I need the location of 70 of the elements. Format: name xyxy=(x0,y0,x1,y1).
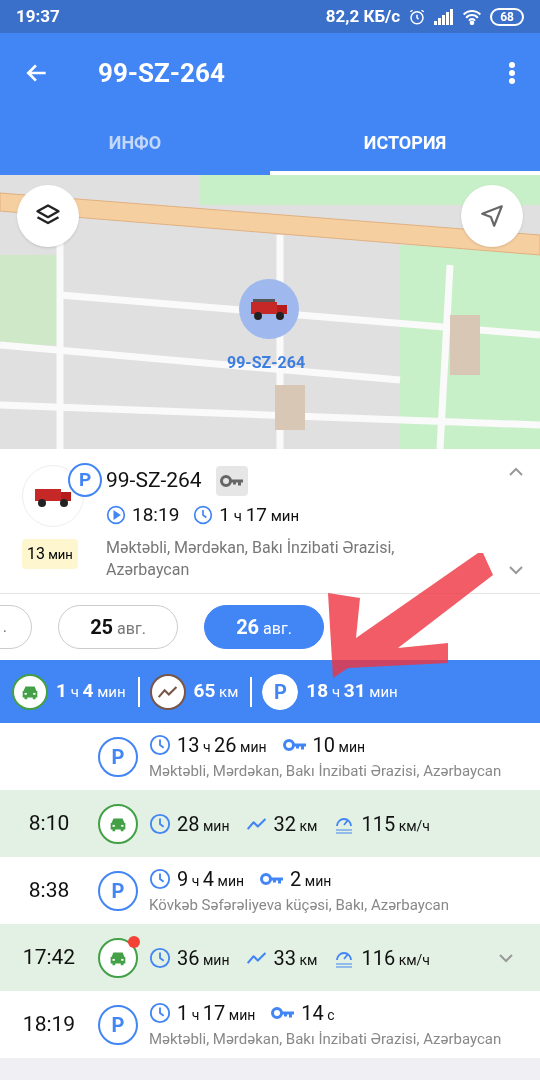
more-menu-icon[interactable] xyxy=(508,61,516,85)
key-icon xyxy=(271,1006,296,1021)
battery-indicator: 68 xyxy=(490,7,524,26)
network-speed: 82,2 КБ/с xyxy=(325,4,401,28)
layers-button[interactable] xyxy=(17,185,79,247)
key-icon xyxy=(282,738,307,753)
trip-distance: 32 км xyxy=(273,810,318,838)
event-duration: 13 ч 26 мин xyxy=(177,732,267,760)
parking-duration: 1 ч 17 мин xyxy=(219,501,300,528)
trip-distance: 33 км xyxy=(273,944,318,972)
navigation-arrow-icon xyxy=(479,203,505,229)
event-time: 8:10 xyxy=(28,809,70,837)
app-title: 99-SZ-264 xyxy=(98,56,225,90)
vehicle-name: 99-SZ-264 xyxy=(106,467,202,494)
clock-icon xyxy=(149,868,171,891)
play-icon xyxy=(106,504,126,525)
parking-symbol: P xyxy=(111,877,125,905)
route-icon xyxy=(245,815,268,832)
ignition-duration: 14 с xyxy=(301,1000,335,1028)
parking-symbol: P xyxy=(68,463,102,497)
parking-symbol: P xyxy=(111,743,125,771)
elapsed-badge: 13 мин xyxy=(22,539,78,569)
summary-value: 1 ч 4 мин xyxy=(56,678,126,705)
event-duration: 36 мин xyxy=(177,944,230,972)
event-time: 17:42 xyxy=(22,943,76,971)
date-chip[interactable]: . xyxy=(0,605,32,649)
max-speed: 115 км/ч xyxy=(361,810,430,838)
alarm-icon xyxy=(408,7,427,26)
marker-label: 99-SZ-264 xyxy=(227,352,306,374)
event-duration: 9 ч 4 мин xyxy=(177,866,245,894)
date-chip[interactable]: 26 авг. xyxy=(204,605,324,649)
chevron-up-icon[interactable] xyxy=(508,467,524,477)
wifi-icon xyxy=(462,8,483,25)
key-icon xyxy=(219,473,244,488)
timeline-row[interactable]: 8:38 P 9 ч 4 мин 2 мин Kövkəb Səfərəliyeva küçəsi, Bakı, Azərbaycan xyxy=(0,857,540,924)
event-duration: 1 ч 17 мин xyxy=(177,1000,256,1028)
ignition-duration: 2 мин xyxy=(290,866,332,894)
max-speed: 116 км/ч xyxy=(361,944,430,972)
timeline-row[interactable]: 17:42 36 мин 33 км 116 км/ч xyxy=(0,924,540,991)
event-address: Kövkəb Səfərəliyeva küçəsi, Bakı, Azərbaycan xyxy=(149,895,449,917)
clock-icon xyxy=(149,734,171,757)
ignition-duration: 10 мин xyxy=(312,732,366,760)
route-icon xyxy=(149,673,186,710)
vehicle-address: Məktəbli, Mərdəkan, Bakı İnzibati Ərazisi, Azərbaycan xyxy=(106,537,396,581)
timeline-row[interactable]: P 13 ч 26 мин 10 мин Məktəbli, Mərdəkan, Bakı İnzibati Ərazisi, Azərbaycan xyxy=(0,723,540,790)
date-chip[interactable]: 25 авг. xyxy=(58,605,178,649)
timeline-row[interactable]: 8:10 28 мин 32 км 115 км/ч xyxy=(0,790,540,857)
clock-icon xyxy=(149,812,171,835)
clock-icon xyxy=(149,1002,171,1025)
route-icon xyxy=(245,949,268,966)
event-time: 8:38 xyxy=(28,876,70,904)
key-icon xyxy=(260,872,285,887)
event-address: Məktəbli, Mərdəkan, Bakı İnzibati Ərazisi, Azərbaycan xyxy=(149,761,502,783)
chevron-down-icon[interactable] xyxy=(498,953,514,963)
clock-icon xyxy=(149,946,171,969)
clock-icon xyxy=(193,504,214,525)
summary-value: 65 км xyxy=(193,678,239,705)
vehicle-marker[interactable] xyxy=(239,279,299,339)
start-time: 18:19 xyxy=(132,501,180,528)
parking-symbol: P xyxy=(111,1011,125,1039)
signal-icon xyxy=(434,8,455,25)
fire-truck-icon xyxy=(249,296,289,322)
chevron-down-icon[interactable] xyxy=(508,565,524,575)
status-time: 19:37 xyxy=(16,4,60,28)
event-duration: 28 мин xyxy=(177,810,230,838)
event-address: Məktəbli, Mərdəkan, Bakı İnzibati Ərazisi, Azərbaycan xyxy=(149,1029,502,1051)
timeline-row[interactable]: 18:19 P 1 ч 17 мин 14 с Məktəbli, Mərdəkan, Bakı İnzibati Ərazisi, Azərbaycan xyxy=(0,991,540,1058)
event-time: 18:19 xyxy=(22,1010,76,1038)
parking-symbol: P xyxy=(262,673,299,710)
summary-value: 18 ч 31 мин xyxy=(306,678,398,705)
